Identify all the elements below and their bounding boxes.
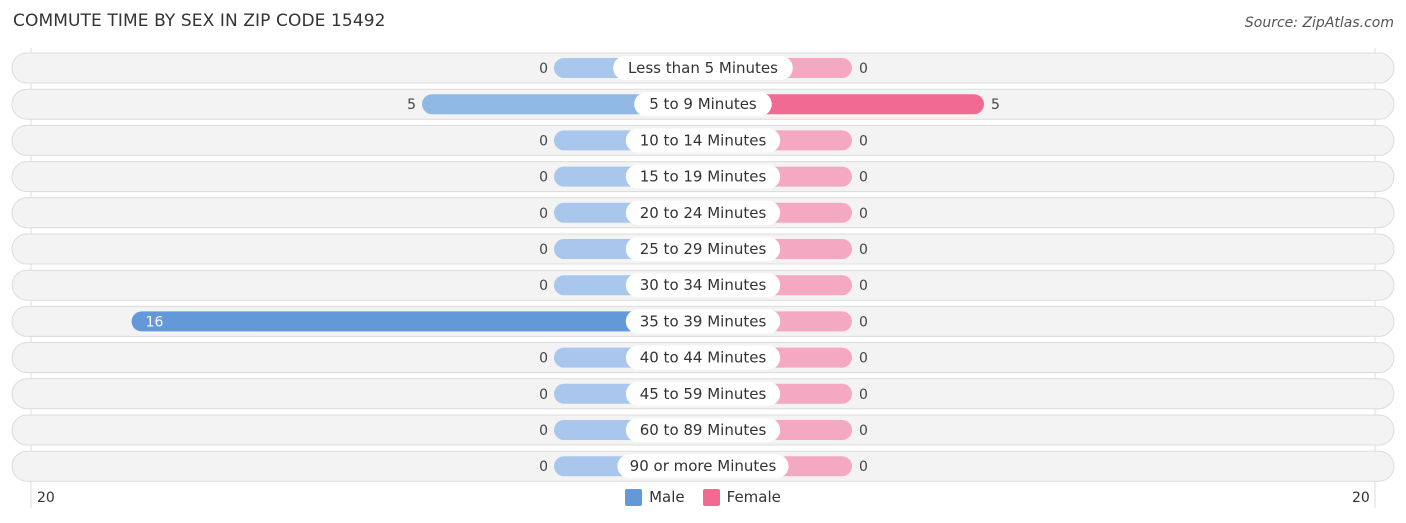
- value-label-female: 0: [859, 61, 868, 77]
- bar-male: [131, 311, 704, 332]
- value-label-male: 0: [539, 387, 548, 403]
- value-label-female: 0: [859, 423, 868, 439]
- value-label-female: 5: [991, 97, 1000, 113]
- value-label-male: 0: [539, 242, 548, 258]
- value-label-male: 5: [407, 97, 416, 113]
- value-label-female: 0: [859, 133, 868, 149]
- category-label: 25 to 29 Minutes: [640, 240, 767, 258]
- value-label-male: 16: [146, 314, 164, 330]
- value-label-male: 0: [539, 170, 548, 186]
- value-label-male: 0: [539, 351, 548, 367]
- value-label-male: 0: [539, 61, 548, 77]
- category-label: 15 to 19 Minutes: [640, 168, 767, 186]
- category-label: 35 to 39 Minutes: [640, 312, 767, 330]
- value-label-male: 0: [539, 423, 548, 439]
- chart-area: 0 0 Less than 5 Minutes 5 5 5 to 9 Minutes 0 0 1…: [11, 48, 1395, 508]
- category-label: 10 to 14 Minutes: [640, 131, 767, 149]
- category-label: 20 to 24 Minutes: [640, 204, 767, 222]
- value-label-female: 0: [859, 278, 868, 294]
- legend-item-female: Female: [702, 488, 781, 506]
- legend-label-male: Male: [649, 488, 685, 506]
- legend-item-male: Male: [625, 488, 685, 506]
- category-label: Less than 5 Minutes: [628, 59, 778, 77]
- value-label-male: 0: [539, 206, 548, 222]
- value-label-male: 0: [539, 278, 548, 294]
- value-label-female: 0: [859, 459, 868, 475]
- value-label-female: 0: [859, 387, 868, 403]
- value-label-female: 0: [859, 170, 868, 186]
- legend: Male Female: [0, 488, 1406, 506]
- value-label-female: 0: [859, 242, 868, 258]
- value-label-male: 0: [539, 133, 548, 149]
- value-label-female: 0: [859, 351, 868, 367]
- value-label-male: 0: [539, 459, 548, 475]
- category-label: 40 to 44 Minutes: [640, 349, 767, 367]
- category-label: 30 to 34 Minutes: [640, 276, 767, 294]
- legend-swatch-female: [702, 488, 720, 506]
- category-label: 45 to 59 Minutes: [640, 385, 767, 403]
- category-label: 90 or more Minutes: [630, 457, 777, 475]
- legend-swatch-male: [625, 488, 643, 506]
- category-label: 5 to 9 Minutes: [649, 95, 757, 113]
- value-label-female: 0: [859, 206, 868, 222]
- category-label: 60 to 89 Minutes: [640, 421, 767, 439]
- value-label-female: 0: [859, 314, 868, 330]
- legend-label-female: Female: [726, 488, 781, 506]
